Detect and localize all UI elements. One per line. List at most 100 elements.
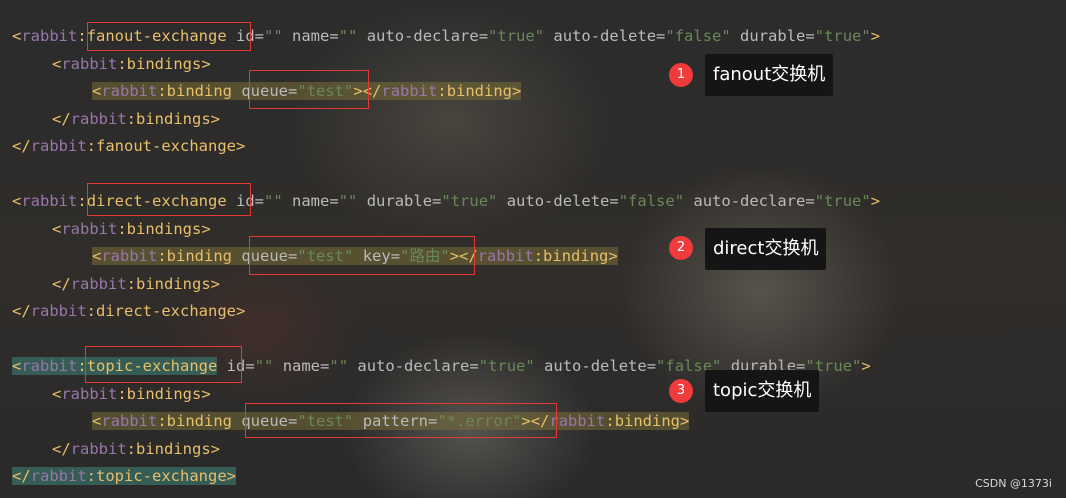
- code-token: auto-delete: [534, 357, 647, 375]
- code-token: "": [264, 192, 283, 210]
- code-token: =: [805, 27, 815, 45]
- code-token: "路由": [400, 247, 450, 265]
- code-line[interactable]: </rabbit:bindings>: [12, 106, 880, 134]
- code-token: rabbit: [101, 247, 158, 265]
- code-token: :: [77, 27, 87, 45]
- code-token: rabbit: [61, 384, 118, 403]
- code-token: </: [12, 137, 31, 155]
- code-token: <: [12, 357, 22, 375]
- code-token: fanout-exchange: [86, 27, 227, 45]
- code-token: "": [264, 27, 283, 45]
- code-token: :binding>: [533, 247, 618, 265]
- code-token: rabbit: [549, 412, 606, 430]
- code-line[interactable]: </rabbit:fanout-exchange>: [12, 133, 880, 161]
- code-token: rabbit: [70, 109, 127, 128]
- code-token: "*.error": [437, 412, 522, 430]
- code-token: rabbit: [30, 302, 87, 320]
- code-token: "": [338, 192, 358, 210]
- code-token: :binding>: [437, 82, 522, 100]
- code-token: <: [12, 192, 22, 210]
- code-token: >: [870, 192, 881, 210]
- code-token: key: [353, 247, 391, 265]
- code-token: <: [12, 27, 22, 45]
- code-token: ></: [353, 82, 382, 100]
- code-token: auto-delete: [497, 192, 610, 210]
- code-token: "": [329, 357, 349, 375]
- code-token: "true": [814, 192, 871, 210]
- code-token: rabbit: [21, 357, 78, 375]
- code-token: =: [805, 192, 815, 210]
- code-token: queue: [241, 412, 289, 430]
- code-token: rabbit: [61, 219, 118, 238]
- code-token: "test": [297, 412, 354, 430]
- code-token: direct-exchange: [86, 192, 227, 210]
- annotation-badge-1: 1: [669, 63, 693, 87]
- code-token: =: [609, 192, 619, 210]
- code-token: =: [329, 27, 339, 45]
- code-token: =: [288, 247, 298, 265]
- code-token: "true": [488, 27, 545, 45]
- code-token: "": [338, 27, 358, 45]
- code-token: :bindings>: [126, 439, 220, 458]
- code-token: name: [273, 357, 321, 375]
- code-token: auto-delete: [544, 27, 657, 45]
- code-line[interactable]: <rabbit:fanout-exchange id="" name="" au…: [12, 23, 880, 51]
- code-token: :binding: [157, 247, 242, 265]
- code-token: :binding: [157, 82, 242, 100]
- code-line[interactable]: <rabbit:binding queue="test" pattern="*.…: [12, 408, 880, 436]
- code-line[interactable]: [12, 326, 880, 354]
- annotation-badge-3: 3: [669, 379, 693, 403]
- code-token: :topic-exchange>: [86, 467, 236, 485]
- code-token: =: [329, 192, 339, 210]
- code-line[interactable]: [12, 161, 880, 189]
- code-line[interactable]: </rabbit:bindings>: [12, 436, 880, 464]
- code-token: "false": [618, 192, 685, 210]
- code-token: name: [282, 27, 330, 45]
- code-token: </: [52, 274, 71, 293]
- code-token: auto-declare: [348, 357, 470, 375]
- code-token: <: [52, 219, 62, 238]
- code-token: :bindings>: [126, 109, 220, 128]
- code-token: =: [390, 247, 401, 265]
- code-token: =: [428, 412, 438, 430]
- code-token: =: [478, 27, 489, 45]
- code-token: =: [254, 192, 265, 210]
- code-token: queue: [241, 247, 289, 265]
- code-token: rabbit: [30, 137, 87, 155]
- code-line[interactable]: <rabbit:direct-exchange id="" name="" du…: [12, 188, 880, 216]
- code-token: rabbit: [70, 274, 127, 293]
- code-token: "test": [297, 82, 354, 100]
- code-token: =: [469, 357, 479, 375]
- code-token: ></: [521, 412, 550, 430]
- code-token: rabbit: [101, 82, 158, 100]
- code-token: rabbit: [30, 467, 87, 485]
- code-token: durable: [730, 27, 806, 45]
- annotation-label-direct: direct交换机: [705, 228, 827, 270]
- code-token: queue: [241, 82, 289, 100]
- code-line[interactable]: </rabbit:topic-exchange>: [12, 463, 880, 491]
- code-token: :binding: [157, 412, 242, 430]
- code-token: =: [288, 412, 298, 430]
- code-line[interactable]: </rabbit:direct-exchange>: [12, 298, 880, 326]
- code-token: topic-exchange: [86, 357, 218, 375]
- code-token: =: [656, 27, 666, 45]
- code-token: "true": [441, 192, 498, 210]
- code-token: =: [432, 192, 442, 210]
- code-token: =: [646, 357, 657, 375]
- code-token: :bindings>: [126, 274, 220, 293]
- code-token: :fanout-exchange>: [86, 137, 246, 155]
- code-token: rabbit: [70, 439, 127, 458]
- code-token: :binding>: [605, 412, 690, 430]
- code-token: rabbit: [381, 82, 438, 100]
- code-token: <: [92, 412, 102, 430]
- code-line[interactable]: </rabbit:bindings>: [12, 271, 880, 299]
- code-token: :bindings>: [117, 54, 211, 73]
- code-token: :bindings>: [117, 219, 211, 238]
- code-token: >: [861, 357, 871, 375]
- code-token: pattern: [353, 412, 429, 430]
- code-token: "": [254, 357, 274, 375]
- code-token: id: [226, 192, 255, 210]
- code-token: >: [870, 27, 881, 45]
- code-token: <: [52, 54, 62, 73]
- code-token: </: [12, 302, 31, 320]
